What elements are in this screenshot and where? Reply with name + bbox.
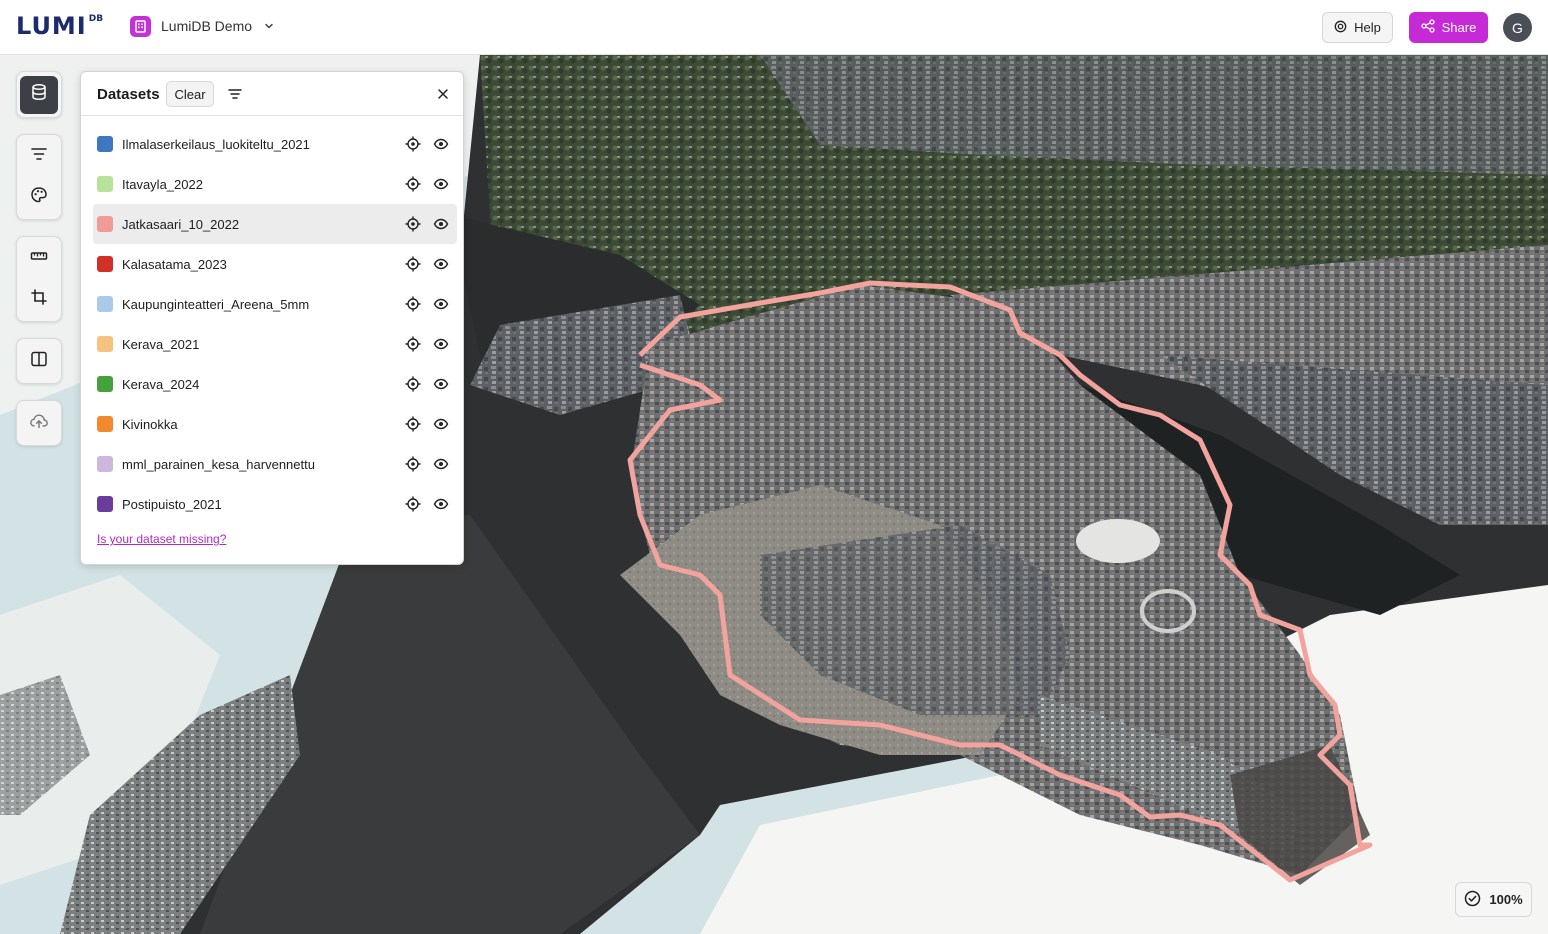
datasets-panel-header: Datasets Clear — [81, 72, 463, 116]
crop-icon — [30, 288, 48, 311]
project-building-icon — [130, 15, 151, 37]
locate-target-icon[interactable] — [404, 335, 422, 353]
visibility-eye-icon[interactable] — [432, 215, 450, 233]
loading-status-badge: 100% — [1455, 882, 1532, 917]
crop-tool-button[interactable] — [20, 280, 58, 318]
close-icon[interactable] — [434, 85, 452, 103]
datasets-panel-title: Datasets — [97, 86, 160, 103]
dataset-name: Ilmalaserkeilaus_luokiteltu_2021 — [122, 136, 310, 152]
dataset-color-swatch — [97, 136, 113, 152]
top-bar: LUMI DB LumiDB Demo Help Share G — [0, 0, 1548, 55]
dataset-name: Kivinokka — [122, 416, 178, 432]
toolbar-upload-group — [16, 400, 62, 446]
dataset-name: mml_parainen_kesa_harvennettu — [122, 456, 315, 472]
dataset-row[interactable]: mml_parainen_kesa_harvennettu — [93, 444, 457, 484]
clear-button[interactable]: Clear — [166, 81, 214, 107]
dataset-missing-link[interactable]: Is your dataset missing? — [97, 532, 226, 546]
toolbar-datasets-group — [16, 71, 62, 118]
sort-filter-icon[interactable] — [226, 85, 244, 103]
visibility-eye-icon[interactable] — [432, 335, 450, 353]
cloud-upload-icon — [29, 412, 49, 435]
locate-target-icon[interactable] — [404, 255, 422, 273]
visibility-eye-icon[interactable] — [432, 495, 450, 513]
dataset-name: Itavayla_2022 — [122, 176, 203, 192]
logo-text: LUMI — [16, 12, 87, 40]
lumidb-logo[interactable]: LUMI DB — [16, 14, 103, 38]
filter-tool-button[interactable] — [20, 138, 58, 176]
locate-target-icon[interactable] — [404, 135, 422, 153]
measure-tool-button[interactable] — [20, 240, 58, 278]
locate-target-icon[interactable] — [404, 175, 422, 193]
dataset-row[interactable]: Ilmalaserkeilaus_luokiteltu_2021 — [93, 124, 457, 164]
split-view-icon — [30, 350, 48, 373]
ruler-icon — [30, 247, 48, 270]
help-label: Help — [1354, 20, 1381, 35]
user-avatar[interactable]: G — [1503, 13, 1532, 42]
lifebuoy-icon — [1334, 20, 1347, 36]
visibility-eye-icon[interactable] — [432, 375, 450, 393]
toolbar-measure-group — [16, 236, 62, 322]
palette-tool-button[interactable] — [20, 178, 58, 216]
locate-target-icon[interactable] — [404, 375, 422, 393]
visibility-eye-icon[interactable] — [432, 415, 450, 433]
visibility-eye-icon[interactable] — [432, 255, 450, 273]
split-view-button[interactable] — [20, 342, 58, 380]
dataset-color-swatch — [97, 336, 113, 352]
locate-target-icon[interactable] — [404, 495, 422, 513]
dataset-row[interactable]: Kerava_2024 — [93, 364, 457, 404]
dataset-name: Kerava_2021 — [122, 336, 200, 352]
share-button[interactable]: Share — [1409, 12, 1488, 43]
toolbar-style-group — [16, 134, 62, 220]
dataset-color-swatch — [97, 296, 113, 312]
dataset-name: Kalasatama_2023 — [122, 256, 227, 272]
visibility-eye-icon[interactable] — [432, 175, 450, 193]
dataset-color-swatch — [97, 376, 113, 392]
dataset-row[interactable]: Kerava_2021 — [93, 324, 457, 364]
visibility-eye-icon[interactable] — [432, 455, 450, 473]
dataset-color-swatch — [97, 176, 113, 192]
filter-icon — [30, 145, 48, 168]
dataset-color-swatch — [97, 416, 113, 432]
locate-target-icon[interactable] — [404, 455, 422, 473]
help-button[interactable]: Help — [1322, 12, 1393, 43]
dataset-row[interactable]: Kivinokka — [93, 404, 457, 444]
dataset-name: Kaupunginteatteri_Areena_5mm — [122, 296, 310, 312]
upload-button[interactable] — [20, 404, 58, 442]
datasets-tool-button[interactable] — [20, 75, 58, 114]
dataset-name: Postipuisto_2021 — [122, 496, 222, 512]
dataset-row[interactable]: Postipuisto_2021 — [93, 484, 457, 524]
project-name: LumiDB Demo — [161, 18, 253, 34]
dataset-color-swatch — [97, 496, 113, 512]
dataset-name: Jatkasaari_10_2022 — [122, 216, 240, 232]
dataset-row[interactable]: Kalasatama_2023 — [93, 244, 457, 284]
share-label: Share — [1441, 20, 1477, 35]
visibility-eye-icon[interactable] — [432, 295, 450, 313]
loading-percent: 100% — [1489, 892, 1523, 907]
locate-target-icon[interactable] — [404, 215, 422, 233]
locate-target-icon[interactable] — [404, 415, 422, 433]
project-selector[interactable]: LumiDB Demo — [130, 15, 276, 37]
dataset-color-swatch — [97, 216, 113, 232]
dataset-list: Ilmalaserkeilaus_luokiteltu_2021 Itavayl… — [93, 124, 457, 524]
check-circle-icon — [1464, 890, 1481, 910]
locate-target-icon[interactable] — [404, 295, 422, 313]
dataset-row[interactable]: Kaupunginteatteri_Areena_5mm — [93, 284, 457, 324]
visibility-eye-icon[interactable] — [432, 135, 450, 153]
dataset-color-swatch — [97, 456, 113, 472]
dataset-color-swatch — [97, 256, 113, 272]
dataset-name: Kerava_2024 — [122, 376, 200, 392]
share-icon — [1420, 19, 1435, 36]
palette-icon — [30, 186, 48, 209]
datasets-panel: Datasets Clear Ilmalaserkeilaus_luokitel… — [80, 71, 464, 565]
database-icon — [30, 83, 48, 106]
dataset-row[interactable]: Jatkasaari_10_2022 — [93, 204, 457, 244]
chevron-down-icon — [262, 19, 276, 33]
dataset-row[interactable]: Itavayla_2022 — [93, 164, 457, 204]
toolbar-view-group — [16, 338, 62, 384]
logo-superscript: DB — [88, 14, 104, 24]
